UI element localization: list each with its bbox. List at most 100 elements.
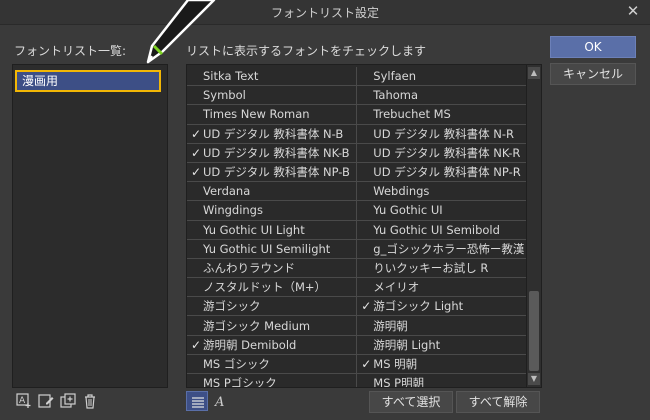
- font-name: UD デジタル 教科書体 N-B: [203, 126, 344, 141]
- font-name: Webdings: [373, 184, 430, 199]
- font-checkbox-item[interactable]: g_ゴシックホラー恐怖ー教漢: [356, 239, 527, 259]
- font-name: 游ゴシック Medium: [203, 318, 311, 333]
- ok-button[interactable]: OK: [550, 36, 636, 58]
- font-row: MS ゴシック ✓ MS 明朝: [187, 354, 527, 375]
- font-name: MS ゴシック: [203, 356, 270, 371]
- add-font-list-icon[interactable]: A: [16, 393, 32, 409]
- select-all-button[interactable]: すべて選択: [369, 391, 453, 413]
- font-checkbox-item[interactable]: Wingdings: [187, 200, 357, 221]
- font-row: Yu Gothic UI Light Yu Gothic UI Semibold: [187, 220, 527, 240]
- font-checkbox-item[interactable]: ✓ 游ゴシック Light: [356, 296, 527, 317]
- font-name: 游ゴシック Light: [373, 299, 464, 314]
- window-title: フォントリスト設定: [270, 6, 379, 20]
- checkmark-icon: ✓: [361, 356, 372, 371]
- font-checkbox-item[interactable]: Trebuchet MS: [356, 104, 527, 125]
- font-name: MS 明朝: [373, 356, 418, 371]
- font-name: Trebuchet MS: [373, 107, 451, 122]
- font-name: Symbol: [203, 88, 246, 103]
- font-checkbox-item[interactable]: 游明朝: [356, 315, 527, 336]
- font-checkbox-item[interactable]: Webdings: [356, 181, 527, 202]
- font-row: Times New Roman Trebuchet MS: [187, 104, 527, 125]
- font-checkbox-item[interactable]: Tahoma: [356, 85, 527, 106]
- font-checkbox-item[interactable]: ✓ UD デジタル 教科書体 NP-B: [187, 162, 357, 183]
- font-checkbox-item[interactable]: ノスタルドット（M+）: [187, 277, 357, 298]
- font-checkbox-item[interactable]: Verdana: [187, 181, 357, 202]
- cancel-button[interactable]: キャンセル: [550, 63, 636, 85]
- font-row: ✓ UD デジタル 教科書体 N-B UD デジタル 教科書体 N-R: [187, 124, 527, 144]
- font-checkbox-item[interactable]: Yu Gothic UI Semilight: [187, 239, 357, 259]
- font-checkbox-item[interactable]: Times New Roman: [187, 104, 357, 125]
- font-name: UD デジタル 教科書体 NK-B: [203, 145, 350, 160]
- svg-text:A: A: [19, 396, 26, 406]
- font-checkbox-item[interactable]: UD デジタル 教科書体 NK-R: [356, 143, 527, 163]
- font-checkbox-item[interactable]: Yu Gothic UI Semibold: [356, 220, 527, 240]
- font-name: りいクッキーお試し R: [373, 260, 489, 275]
- font-checkbox-item[interactable]: UD デジタル 教科書体 NP-R: [356, 162, 527, 183]
- list-view-icon[interactable]: [186, 391, 208, 411]
- font-checkbox-item[interactable]: メイリオ: [356, 277, 527, 298]
- deselect-all-button[interactable]: すべて解除: [456, 391, 540, 413]
- font-checkbox-item[interactable]: MS P明朝: [356, 373, 527, 388]
- font-row: 游ゴシック ✓ 游ゴシック Light: [187, 296, 527, 317]
- scroll-up-icon[interactable]: ▲: [528, 67, 540, 79]
- checkmark-icon: ✓: [191, 337, 202, 352]
- font-preview-icon[interactable]: A: [210, 391, 232, 411]
- font-row: ✓ UD デジタル 教科書体 NP-B UD デジタル 教科書体 NP-R: [187, 162, 527, 183]
- font-checkbox-item[interactable]: MS Pゴシック: [187, 373, 357, 388]
- font-name: Times New Roman: [203, 107, 310, 122]
- font-name: UD デジタル 教科書体 NP-R: [373, 165, 521, 180]
- font-list-panel: 漫画用: [12, 64, 168, 388]
- font-table: Sitka Text Sylfaen Symbol Tahoma Times New R…: [187, 67, 527, 388]
- font-name: ノスタルドット（M+）: [203, 280, 327, 295]
- font-name: g_ゴシックホラー恐怖ー教漢: [373, 241, 525, 256]
- font-checkbox-item[interactable]: 游ゴシック: [187, 296, 357, 317]
- close-icon[interactable]: ✕: [624, 2, 642, 20]
- font-row: Wingdings Yu Gothic UI: [187, 200, 527, 221]
- title-bar: フォントリスト設定 ✕: [0, 0, 650, 25]
- font-checkbox-item[interactable]: MS ゴシック: [187, 354, 357, 375]
- scrollbar[interactable]: ▲ ▼: [526, 65, 541, 387]
- font-name: MS Pゴシック: [203, 376, 277, 388]
- font-row: Symbol Tahoma: [187, 85, 527, 106]
- font-row: Sitka Text Sylfaen: [187, 67, 527, 87]
- checkmark-icon: ✓: [191, 145, 202, 160]
- duplicate-font-list-icon[interactable]: [60, 393, 76, 409]
- font-name: UD デジタル 教科書体 NK-R: [373, 145, 521, 160]
- font-name: 游明朝 Demibold: [203, 337, 297, 352]
- font-checkbox-item[interactable]: ✓ MS 明朝: [356, 354, 527, 375]
- font-name: 游ゴシック: [203, 299, 261, 314]
- font-checkbox-item[interactable]: ✓ 游明朝 Demibold: [187, 335, 357, 355]
- font-checkbox-item[interactable]: Symbol: [187, 85, 357, 106]
- font-name: UD デジタル 教科書体 NP-B: [203, 165, 350, 180]
- font-name: Yu Gothic UI Light: [203, 222, 305, 237]
- font-name: MS P明朝: [373, 376, 425, 388]
- checkmark-icon: ✓: [361, 299, 372, 314]
- font-row: 游ゴシック Medium 游明朝: [187, 315, 527, 336]
- font-checkbox-item[interactable]: ✓ UD デジタル 教科書体 N-B: [187, 124, 357, 144]
- font-checkbox-item[interactable]: ✓ UD デジタル 教科書体 NK-B: [187, 143, 357, 163]
- scroll-down-icon[interactable]: ▼: [528, 373, 540, 385]
- font-checkbox-item[interactable]: 游ゴシック Medium: [187, 315, 357, 336]
- font-checkbox-item[interactable]: UD デジタル 教科書体 N-R: [356, 124, 527, 144]
- font-checkbox-item[interactable]: ふんわりラウンド: [187, 258, 357, 279]
- font-name: 游明朝 Light: [373, 337, 441, 352]
- font-name: Yu Gothic UI Semilight: [203, 241, 331, 256]
- edit-font-list-icon[interactable]: [38, 393, 54, 409]
- font-row: ふんわりラウンド りいクッキーお試し R: [187, 258, 527, 279]
- font-row: ✓ 游明朝 Demibold 游明朝 Light: [187, 335, 527, 355]
- font-row: Yu Gothic UI Semilight g_ゴシックホラー恐怖ー教漢: [187, 239, 527, 259]
- font-name: ふんわりラウンド: [203, 260, 295, 275]
- checkmark-icon: ✓: [191, 126, 202, 141]
- font-checkbox-item[interactable]: Yu Gothic UI Light: [187, 220, 357, 240]
- font-checkbox-item[interactable]: Yu Gothic UI: [356, 200, 527, 221]
- checkmark-icon: ✓: [191, 165, 202, 180]
- font-name: メイリオ: [373, 280, 420, 295]
- font-checkbox-item[interactable]: Sylfaen: [356, 67, 527, 87]
- font-row: ✓ UD デジタル 教科書体 NK-B UD デジタル 教科書体 NK-R: [187, 143, 527, 163]
- font-checkbox-item[interactable]: 游明朝 Light: [356, 335, 527, 355]
- scrollbar-thumb[interactable]: [529, 291, 539, 371]
- font-checkbox-item[interactable]: りいクッキーお試し R: [356, 258, 527, 279]
- font-list-label: フォントリスト一覧:: [14, 44, 127, 58]
- trash-icon[interactable]: [82, 393, 98, 409]
- font-name: Tahoma: [373, 88, 419, 103]
